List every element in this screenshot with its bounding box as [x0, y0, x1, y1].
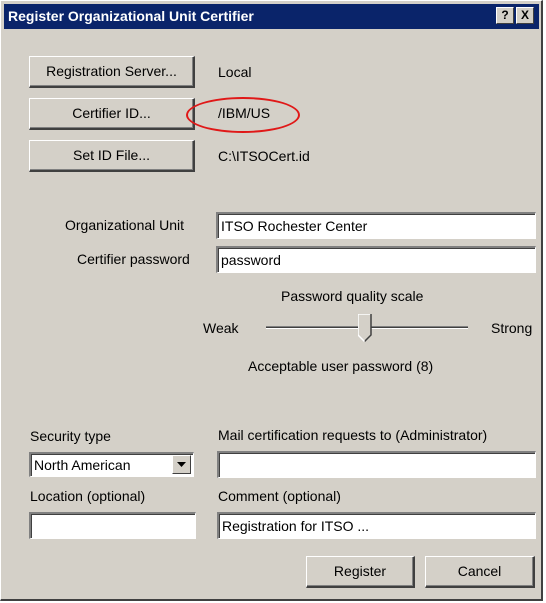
certifier-id-button[interactable]: Certifier ID... — [29, 98, 195, 130]
register-button[interactable]: Register — [306, 556, 415, 588]
security-type-select[interactable]: North American — [29, 452, 194, 477]
window-title: Register Organizational Unit Certifier — [8, 8, 254, 24]
cancel-button[interactable]: Cancel — [425, 556, 535, 588]
quality-weak-label: Weak — [203, 320, 239, 336]
title-bar: Register Organizational Unit Certifier ?… — [4, 4, 539, 29]
registration-server-button[interactable]: Registration Server... — [29, 56, 195, 88]
quality-strong-label: Strong — [491, 320, 533, 336]
id-file-path: C:\ITSOCert.id — [218, 148, 310, 164]
comment-input[interactable]: Registration for ITSO ... — [217, 512, 536, 539]
security-type-label: Security type — [30, 428, 111, 444]
comment-label: Comment (optional) — [218, 488, 341, 504]
location-input[interactable] — [29, 512, 196, 539]
set-id-file-button[interactable]: Set ID File... — [29, 140, 195, 172]
red-highlight-oval — [186, 97, 300, 133]
mail-cert-label: Mail certification requests to (Administ… — [218, 427, 488, 443]
register-ou-certifier-dialog: Register Organizational Unit Certifier ?… — [0, 0, 543, 601]
location-label: Location (optional) — [30, 488, 146, 504]
help-button[interactable]: ? — [496, 7, 514, 24]
password-quality-title: Password quality scale — [281, 288, 424, 304]
security-type-value: North American — [34, 457, 131, 473]
mail-cert-input[interactable] — [217, 451, 536, 478]
password-quality-slider-thumb[interactable] — [358, 314, 372, 342]
close-button[interactable]: X — [516, 7, 534, 24]
chevron-down-icon — [177, 462, 186, 467]
security-type-dropdown-button[interactable] — [172, 455, 191, 474]
org-unit-label: Organizational Unit — [65, 217, 185, 233]
certifier-password-input[interactable]: password — [216, 246, 536, 273]
org-unit-input[interactable]: ITSO Rochester Center — [216, 212, 536, 239]
password-quality-status: Acceptable user password (8) — [248, 358, 434, 374]
certifier-password-label: Certifier password — [77, 251, 190, 267]
registration-server-value: Local — [218, 64, 252, 80]
